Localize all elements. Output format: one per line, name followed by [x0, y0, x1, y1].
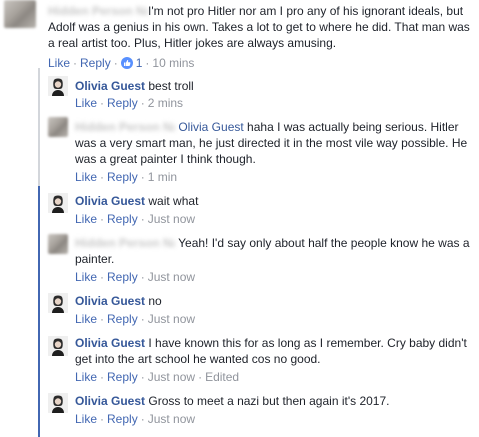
mention-link[interactable]: Olivia Guest [178, 120, 243, 134]
reaction-count[interactable]: 1 [133, 56, 143, 70]
like-link[interactable]: Like [75, 170, 97, 184]
thread-line-active [38, 186, 40, 437]
timestamp[interactable]: Just now [148, 412, 195, 426]
comment-body: no [148, 294, 162, 308]
comment-author-hidden: Hidden Person Name [75, 236, 175, 250]
avatar[interactable] [48, 234, 68, 254]
comment-body: wait what [148, 194, 199, 208]
like-link[interactable]: Like [48, 56, 70, 70]
comment-actions: Like · Reply · Just now · Edited [75, 370, 240, 384]
reply-link[interactable]: Reply [107, 412, 138, 426]
avatar[interactable] [48, 117, 68, 137]
avatar-olivia[interactable] [48, 393, 68, 413]
comment-actions: Like · Reply · Just now [75, 270, 196, 284]
thread-line [38, 68, 40, 186]
edited-label[interactable]: Edited [205, 370, 239, 384]
reply-link[interactable]: Reply [107, 312, 138, 326]
comment-author-hidden: Hidden Person Name [75, 120, 175, 134]
timestamp[interactable]: Just now [148, 270, 195, 284]
timestamp[interactable]: 2 mins [148, 96, 183, 110]
comment-text: Hidden Person Name Yeah! I'd say only ab… [75, 235, 475, 267]
timestamp[interactable]: Just now [148, 312, 195, 326]
comment-thread: Hidden Person NameI'm not pro Hitler nor… [0, 0, 479, 437]
timestamp[interactable]: Just now [148, 370, 195, 384]
reply-link[interactable]: Reply [107, 170, 138, 184]
timestamp[interactable]: Just now [148, 212, 195, 226]
avatar[interactable] [4, 0, 36, 28]
comment-author[interactable]: Olivia Guest [75, 336, 145, 350]
avatar-olivia[interactable] [48, 336, 68, 356]
comment-text: Hidden Person NameI'm not pro Hitler nor… [48, 3, 476, 51]
avatar-olivia[interactable] [48, 193, 68, 213]
comment-text: Olivia Guest Gross to meet a nazi but th… [75, 393, 475, 409]
avatar-olivia[interactable] [48, 76, 68, 96]
like-link[interactable]: Like [75, 312, 97, 326]
timestamp[interactable]: 1 min [148, 170, 177, 184]
comment-body: Gross to meet a nazi but then again it's… [148, 394, 390, 408]
reply-link[interactable]: Reply [107, 370, 138, 384]
comment-body: best troll [148, 79, 194, 93]
comment-author[interactable]: Olivia Guest [75, 79, 145, 93]
reply-link[interactable]: Reply [107, 96, 138, 110]
comment-author[interactable]: Olivia Guest [75, 194, 145, 208]
reply-link[interactable]: Reply [80, 56, 111, 70]
comment-text: Olivia Guest wait what [75, 193, 475, 209]
like-link[interactable]: Like [75, 270, 97, 284]
like-link[interactable]: Like [75, 212, 97, 226]
avatar-olivia[interactable] [48, 293, 68, 313]
like-reaction-icon[interactable] [120, 57, 133, 69]
like-link[interactable]: Like [75, 370, 97, 384]
like-link[interactable]: Like [75, 412, 97, 426]
comment-text: Hidden Person Name Olivia Guest haha I w… [75, 119, 475, 167]
comment-actions: Like · Reply · 2 mins [75, 96, 184, 110]
comment-actions: Like · Reply · 1 min [75, 170, 178, 184]
comment-text: Olivia Guest best troll [75, 78, 475, 94]
reply-link[interactable]: Reply [107, 212, 138, 226]
comment-actions: Like · Reply · 1 · 10 mins [48, 56, 195, 70]
comment-actions: Like · Reply · Just now [75, 212, 196, 226]
comment-author[interactable]: Olivia Guest [75, 394, 145, 408]
like-link[interactable]: Like [75, 96, 97, 110]
comment-author[interactable]: Olivia Guest [75, 294, 145, 308]
comment-actions: Like · Reply · Just now [75, 412, 196, 426]
comment-actions: Like · Reply · Just now [75, 312, 196, 326]
reply-link[interactable]: Reply [107, 270, 138, 284]
comment-text: Olivia Guest no [75, 293, 475, 309]
comment-text: Olivia Guest I have known this for as lo… [75, 335, 475, 367]
timestamp[interactable]: 10 mins [152, 56, 194, 70]
comment-author-hidden: Hidden Person Name [48, 4, 148, 18]
